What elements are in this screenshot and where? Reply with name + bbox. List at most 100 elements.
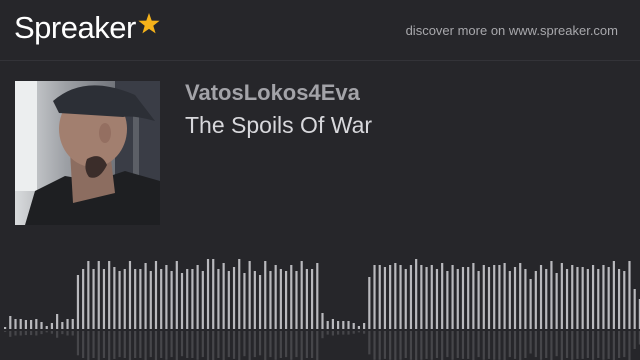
waveform-bar: [524, 269, 527, 329]
waveform-bar: [565, 269, 569, 329]
waveform-bar-reflection: [321, 331, 324, 339]
audio-waveform[interactable]: [0, 240, 640, 360]
waveform-bar: [321, 313, 324, 329]
waveform-bar-reflection: [399, 331, 402, 360]
waveform-bar-reflection: [441, 331, 444, 360]
waveform-bar-reflection: [633, 331, 636, 349]
waveform-bar-reflection: [383, 331, 387, 359]
waveform-bar: [591, 265, 595, 329]
waveform-bar-reflection: [430, 331, 433, 360]
waveform-bar-reflection: [482, 331, 485, 360]
waveform-bar-reflection: [206, 331, 210, 360]
episode-title[interactable]: The Spoils Of War: [185, 112, 372, 139]
waveform-bar-reflection: [40, 331, 43, 335]
waveform-bar: [461, 267, 465, 329]
waveform-bar: [196, 265, 199, 329]
waveform-bar: [404, 269, 407, 329]
waveform-bar-reflection: [97, 331, 100, 360]
waveform-bar: [467, 267, 470, 329]
waveform-bar-reflection: [279, 331, 282, 358]
waveform-bar-reflection: [248, 331, 251, 360]
waveform-bar-reflection: [50, 331, 54, 334]
waveform-bar: [519, 263, 522, 329]
waveform-bar-reflection: [409, 331, 413, 360]
waveform-bar: [602, 265, 605, 329]
waveform-bar: [113, 267, 116, 329]
waveform-bar-reflection: [472, 331, 475, 360]
waveform-bar: [508, 271, 511, 329]
waveform-bar-reflection: [118, 331, 121, 358]
waveform-bar: [534, 271, 537, 329]
waveform-bar-reflection: [305, 331, 308, 358]
waveform-bar-reflection: [227, 331, 230, 358]
logo-text: Spreaker: [14, 10, 136, 45]
waveform-bar-reflection: [300, 331, 303, 360]
waveform-bar: [487, 267, 491, 329]
waveform-bar-reflection: [508, 331, 511, 358]
waveform-bar: [633, 289, 636, 329]
waveform-bar: [477, 271, 480, 329]
waveform-bar-reflection: [180, 331, 184, 357]
waveform-bar-reflection: [524, 331, 527, 358]
waveform-bar-reflection: [357, 331, 361, 333]
waveform-bar-reflection: [253, 331, 256, 358]
waveform-bar: [154, 261, 158, 329]
waveform-bar: [238, 259, 241, 329]
waveform-bar: [45, 326, 48, 329]
waveform-bar: [586, 269, 589, 329]
waveform-bar-reflection: [389, 331, 392, 360]
waveform-bar-reflection: [149, 331, 152, 358]
waveform-bar: [310, 269, 314, 329]
waveform-bar: [170, 271, 173, 329]
waveform-bar-reflection: [222, 331, 225, 360]
waveform-bar: [550, 261, 553, 329]
waveform-bar: [300, 261, 303, 329]
waveform-bar: [493, 265, 496, 329]
waveform-bar: [425, 267, 428, 329]
waveform-bar-reflection: [35, 331, 38, 336]
waveform-bar: [274, 265, 277, 329]
waveform-bar: [102, 269, 106, 329]
episode-cover-image: [15, 81, 160, 225]
waveform-bar: [446, 271, 449, 329]
waveform-bar: [389, 265, 392, 329]
waveform-bar-reflection: [295, 331, 298, 358]
waveform-bar-reflection: [581, 331, 584, 359]
waveform-bar: [243, 273, 246, 329]
waveform-bar: [576, 267, 579, 329]
waveform-bar-reflection: [555, 331, 558, 357]
waveform-bar: [472, 263, 475, 329]
waveform-bar: [383, 267, 387, 329]
waveform-bar-reflection: [513, 331, 517, 359]
waveform-bar: [607, 267, 610, 329]
waveform-bar-reflection: [352, 331, 355, 334]
artist-name[interactable]: VatosLokos4Eva: [185, 80, 360, 106]
waveform-bar: [545, 269, 548, 329]
waveform-bar: [482, 265, 485, 329]
waveform-bar: [160, 269, 163, 329]
waveform-bar-reflection: [378, 331, 381, 360]
waveform-bar-reflection: [591, 331, 595, 360]
waveform-bar-reflection: [19, 331, 22, 336]
waveform-bar: [264, 261, 267, 329]
discover-more-link[interactable]: discover more on www.spreaker.com: [406, 23, 618, 38]
waveform-bar: [222, 263, 225, 329]
waveform-bar: [628, 261, 631, 329]
waveform-bar-reflection: [170, 331, 173, 358]
waveform-bar: [571, 265, 574, 329]
waveform-bar: [326, 321, 329, 329]
waveform-bar-reflection: [628, 331, 631, 360]
waveform-bar-reflection: [82, 331, 85, 358]
waveform-bar-reflection: [571, 331, 574, 360]
waveform-bar: [430, 265, 433, 329]
waveform-bar: [76, 275, 80, 329]
spreaker-logo[interactable]: Spreaker: [14, 10, 161, 46]
waveform-bar-reflection: [201, 331, 204, 358]
waveform-bar: [529, 279, 532, 329]
waveform-bar: [217, 269, 220, 329]
waveform-bar-reflection: [232, 331, 236, 359]
waveform-bar-reflection: [519, 331, 522, 360]
waveform-bar: [82, 269, 85, 329]
waveform-bar-reflection: [420, 331, 423, 360]
waveform-bar: [50, 323, 54, 329]
